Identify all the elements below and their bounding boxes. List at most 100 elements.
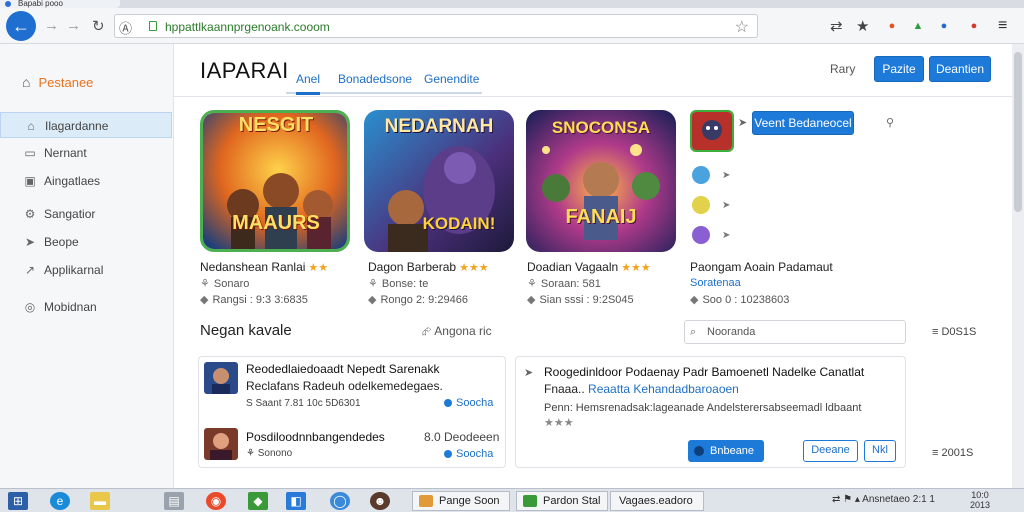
taskbar-task[interactable]: Vagaes.eadoro	[610, 491, 704, 511]
app-green-icon[interactable]: ◆	[248, 492, 268, 510]
menu-hamburger-icon[interactable]: ≡	[998, 17, 1007, 35]
sidebar-item-5[interactable]: ➤ Beope	[0, 229, 172, 255]
app-name[interactable]: Dagon Barberab ★★★	[368, 260, 489, 274]
tab-bonadedsone[interactable]: Bonadedsone	[338, 72, 412, 92]
tag-icon: ◆	[690, 294, 699, 306]
chevron-right-icon[interactable]: ➤	[722, 230, 730, 241]
pointer-icon: ➤	[24, 235, 36, 249]
app-mini-icon[interactable]	[692, 166, 710, 184]
share-link[interactable]: ⮳ Angona ric	[422, 324, 492, 339]
vertical-scrollbar[interactable]	[1012, 44, 1024, 488]
arrow-left-icon: ←	[12, 16, 30, 36]
address-bar[interactable]: Ⓐ hppattlkaannprgenoank.cooom ☆	[114, 14, 758, 38]
sidebar-item-1[interactable]: ⌂ Ilagardanne	[0, 112, 172, 138]
app-subtitle: ⚘ Soraan: 581	[527, 277, 601, 290]
primary-header-button[interactable]: Pazite	[874, 56, 924, 82]
row-title[interactable]: Reodedlaiedoaadt Nepedt Sarenakk	[246, 362, 439, 376]
sidebar-item-label: Aingatlaes	[44, 174, 101, 188]
primary-action-button[interactable]: Bnbeane	[688, 440, 764, 462]
favorites-star-icon[interactable]: ★	[856, 17, 869, 35]
section-title: Negan kavale	[200, 322, 292, 339]
chevron-right-icon[interactable]: ➤	[722, 200, 730, 211]
app-subtitle: ⚘ Sonaro	[200, 277, 249, 290]
secondary-header-button[interactable]: Deantien	[929, 56, 991, 82]
app-name[interactable]: Nedanshean Ranlai ★★	[200, 260, 328, 274]
app-name-text: Paongam Aoain Padamaut	[690, 260, 833, 274]
row-thumbnail[interactable]	[204, 428, 238, 460]
chrome-icon[interactable]: ◉	[206, 492, 226, 510]
row-right-value: 8.0 Deodeeen	[424, 430, 500, 444]
share-icon: ⮳	[422, 324, 435, 338]
app-blue-icon[interactable]: ◧	[286, 492, 306, 510]
sidebar-item-3[interactable]: ▣ Aingatlaes	[0, 168, 172, 194]
detail-line-2: Fnaaa.. Reaatta Kehandadbaroaoen	[544, 382, 739, 396]
search-input[interactable]: ⌕ Nooranda	[684, 320, 906, 344]
sidebar-item-4[interactable]: ⚙ Sangatior	[0, 201, 172, 227]
row-action-label: Soocha	[456, 448, 494, 460]
app-meta-text: Rangsi : 9:3 3:6835	[212, 294, 308, 306]
system-tray[interactable]: ⇄ ⚑ ▴ Ansnetaeo 2:1 1	[832, 494, 935, 505]
sidebar-item-7[interactable]: ◎ Mobidnan	[0, 294, 172, 320]
internet-explorer-icon[interactable]: e	[50, 492, 70, 510]
sidebar-item-label: Applikarnal	[44, 263, 104, 277]
start-windows-icon[interactable]: ⊞	[8, 492, 28, 510]
arrow-forward-alt-icon[interactable]: →	[66, 17, 81, 34]
extensions-arrows-icon[interactable]: ⇄	[830, 17, 843, 35]
app-art-title: NESGIT	[238, 114, 314, 136]
app-subtitle[interactable]: Soratenaa	[690, 277, 741, 289]
header-link[interactable]: Rary	[830, 62, 855, 76]
image-icon: ▣	[24, 174, 36, 188]
side-action-button[interactable]: Veent Bedaneocel	[752, 111, 854, 135]
brand-home-icon: ⌂	[22, 74, 31, 90]
row-thumbnail[interactable]	[204, 362, 238, 394]
app-name[interactable]: Doadian Vagaaln ★★★	[527, 260, 651, 274]
row-title[interactable]: Posdiloodnnbangendedes	[246, 430, 385, 444]
sidebar-brand[interactable]: ⌂ Pestanee	[22, 74, 93, 90]
app-thumbnail[interactable]	[690, 110, 734, 152]
app-meta: ◆ Rongo 2: 9:29466	[368, 293, 468, 306]
pin-icon[interactable]: ➤	[524, 366, 533, 379]
folder-icon[interactable]: ▬	[90, 492, 110, 510]
app-meta-text: Soo 0 : 10238603	[702, 294, 790, 306]
app-mini-icon[interactable]	[692, 226, 710, 244]
tray-icons-icon: ⇄ ⚑ ▴	[832, 494, 863, 505]
clock[interactable]: 10:0 2013	[970, 490, 990, 510]
app-mini-icon[interactable]	[692, 196, 710, 214]
rating-stars-icon: ★★★	[621, 262, 651, 274]
chevron-right-icon[interactable]: ➤	[722, 170, 730, 181]
arrow-forward-icon[interactable]: →	[44, 17, 59, 34]
tab-all[interactable]: Anel	[296, 72, 321, 95]
bookmark-star-icon[interactable]: ☆	[735, 17, 749, 37]
document-app-icon[interactable]: ▤	[164, 492, 184, 510]
extension-green-icon[interactable]: ▲	[910, 18, 926, 34]
taskbar-task[interactable]: Pange Soon	[412, 491, 510, 511]
secondary-action-button[interactable]: Deeane	[803, 440, 858, 462]
url-text[interactable]: hppattlkaannprgenoank.cooom	[165, 20, 330, 34]
taskbar-task[interactable]: Pardon Stal	[516, 491, 608, 511]
back-button[interactable]: ←	[6, 11, 36, 41]
more-pin-icon[interactable]: ⚲	[886, 116, 894, 129]
share-link-label: Angona ric	[434, 324, 492, 338]
row-action-link[interactable]: Soocha	[444, 397, 493, 409]
browser-tab[interactable]: Bapabi pooo	[0, 0, 120, 8]
avatar-icon[interactable]: ☻	[370, 492, 390, 510]
site-info-icon[interactable]: Ⓐ	[119, 18, 132, 37]
app-circle-icon[interactable]: ◯	[330, 492, 350, 510]
extension-blue-icon[interactable]: ●	[936, 18, 952, 34]
pin-icon[interactable]: ➤	[738, 116, 747, 129]
tag-icon: ◆	[200, 294, 209, 306]
extension-orange-icon[interactable]: ●	[884, 18, 900, 34]
count-top-text: D0S1S	[941, 326, 977, 338]
extension-red-icon[interactable]: ●	[966, 18, 982, 34]
scrollbar-thumb[interactable]	[1014, 52, 1022, 212]
tab-genendite[interactable]: Genendite	[424, 72, 479, 92]
row-action-link[interactable]: Soocha	[444, 448, 493, 460]
reload-icon[interactable]: ↻	[92, 17, 105, 35]
tag-icon: ◆	[527, 294, 536, 306]
app-name[interactable]: Paongam Aoain Padamaut	[690, 260, 833, 274]
tertiary-action-button[interactable]: Nkl	[864, 440, 896, 462]
sidebar-item-6[interactable]: ↗ Applikarnal	[0, 257, 172, 283]
app-subtitle: ⚘ Bonse: te	[368, 277, 428, 290]
detail-link[interactable]: Reaatta Kehandadbaroaoen	[588, 382, 739, 396]
sidebar-item-2[interactable]: ▭ Nernant	[0, 140, 172, 166]
